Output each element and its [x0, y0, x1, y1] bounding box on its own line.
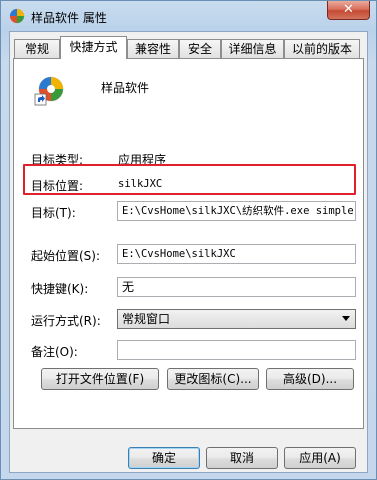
- ok-button[interactable]: 确定: [128, 447, 200, 469]
- change-icon-button[interactable]: 更改图标(C)...: [167, 368, 259, 390]
- title-bar[interactable]: 样品软件 属性 ✕: [1, 1, 376, 31]
- tab-shortcut[interactable]: 快捷方式: [60, 36, 127, 59]
- tab-compatibility[interactable]: 兼容性: [127, 39, 179, 58]
- start-in-label: 起始位置(S):: [31, 249, 101, 263]
- close-button[interactable]: ✕: [327, 1, 370, 20]
- chevron-down-icon: [342, 316, 350, 321]
- open-file-location-button[interactable]: 打开文件位置(F): [41, 368, 159, 390]
- target-input[interactable]: E:\CvsHome\silkJXC\纺织软件.exe simple: [117, 201, 356, 221]
- tab-security[interactable]: 安全: [179, 39, 221, 58]
- advanced-button[interactable]: 高级(D)...: [266, 368, 354, 390]
- hotkey-input[interactable]: 无: [117, 277, 356, 297]
- run-select[interactable]: 常规窗口: [117, 309, 356, 329]
- apply-button[interactable]: 应用(A): [284, 447, 356, 469]
- shortcut-name: 样品软件: [101, 81, 150, 95]
- shortcut-panel: 样品软件 目标类型: 应用程序 目标位置: silkJXC 目标(T): E:\…: [13, 58, 364, 429]
- cancel-button[interactable]: 取消: [206, 447, 278, 469]
- run-label: 运行方式(R):: [31, 314, 101, 328]
- target-label: 目标(T):: [31, 206, 76, 220]
- comment-label: 备注(O):: [31, 345, 78, 359]
- properties-window: 样品软件 属性 ✕ 常规 快捷方式 兼容性 安全 详细信息 以前的版本 样品软件…: [0, 0, 377, 480]
- shortcut-app-icon: [34, 76, 64, 106]
- app-icon: [9, 8, 25, 24]
- tab-general[interactable]: 常规: [14, 39, 60, 58]
- start-in-input[interactable]: E:\CvsHome\silkJXC: [117, 244, 356, 264]
- tab-details[interactable]: 详细信息: [221, 39, 284, 58]
- tab-previous-versions[interactable]: 以前的版本: [284, 39, 360, 58]
- target-highlight-box: [23, 164, 356, 195]
- run-select-value: 常规窗口: [122, 312, 171, 326]
- hotkey-label: 快捷键(K):: [31, 282, 89, 296]
- tab-strip: 常规 快捷方式 兼容性 安全 详细信息 以前的版本: [10, 32, 367, 59]
- dialog-client: 常规 快捷方式 兼容性 安全 详细信息 以前的版本 样品软件 目标类型: 应用程…: [9, 31, 368, 473]
- window-title: 样品软件 属性: [31, 11, 107, 25]
- comment-input[interactable]: [117, 340, 356, 360]
